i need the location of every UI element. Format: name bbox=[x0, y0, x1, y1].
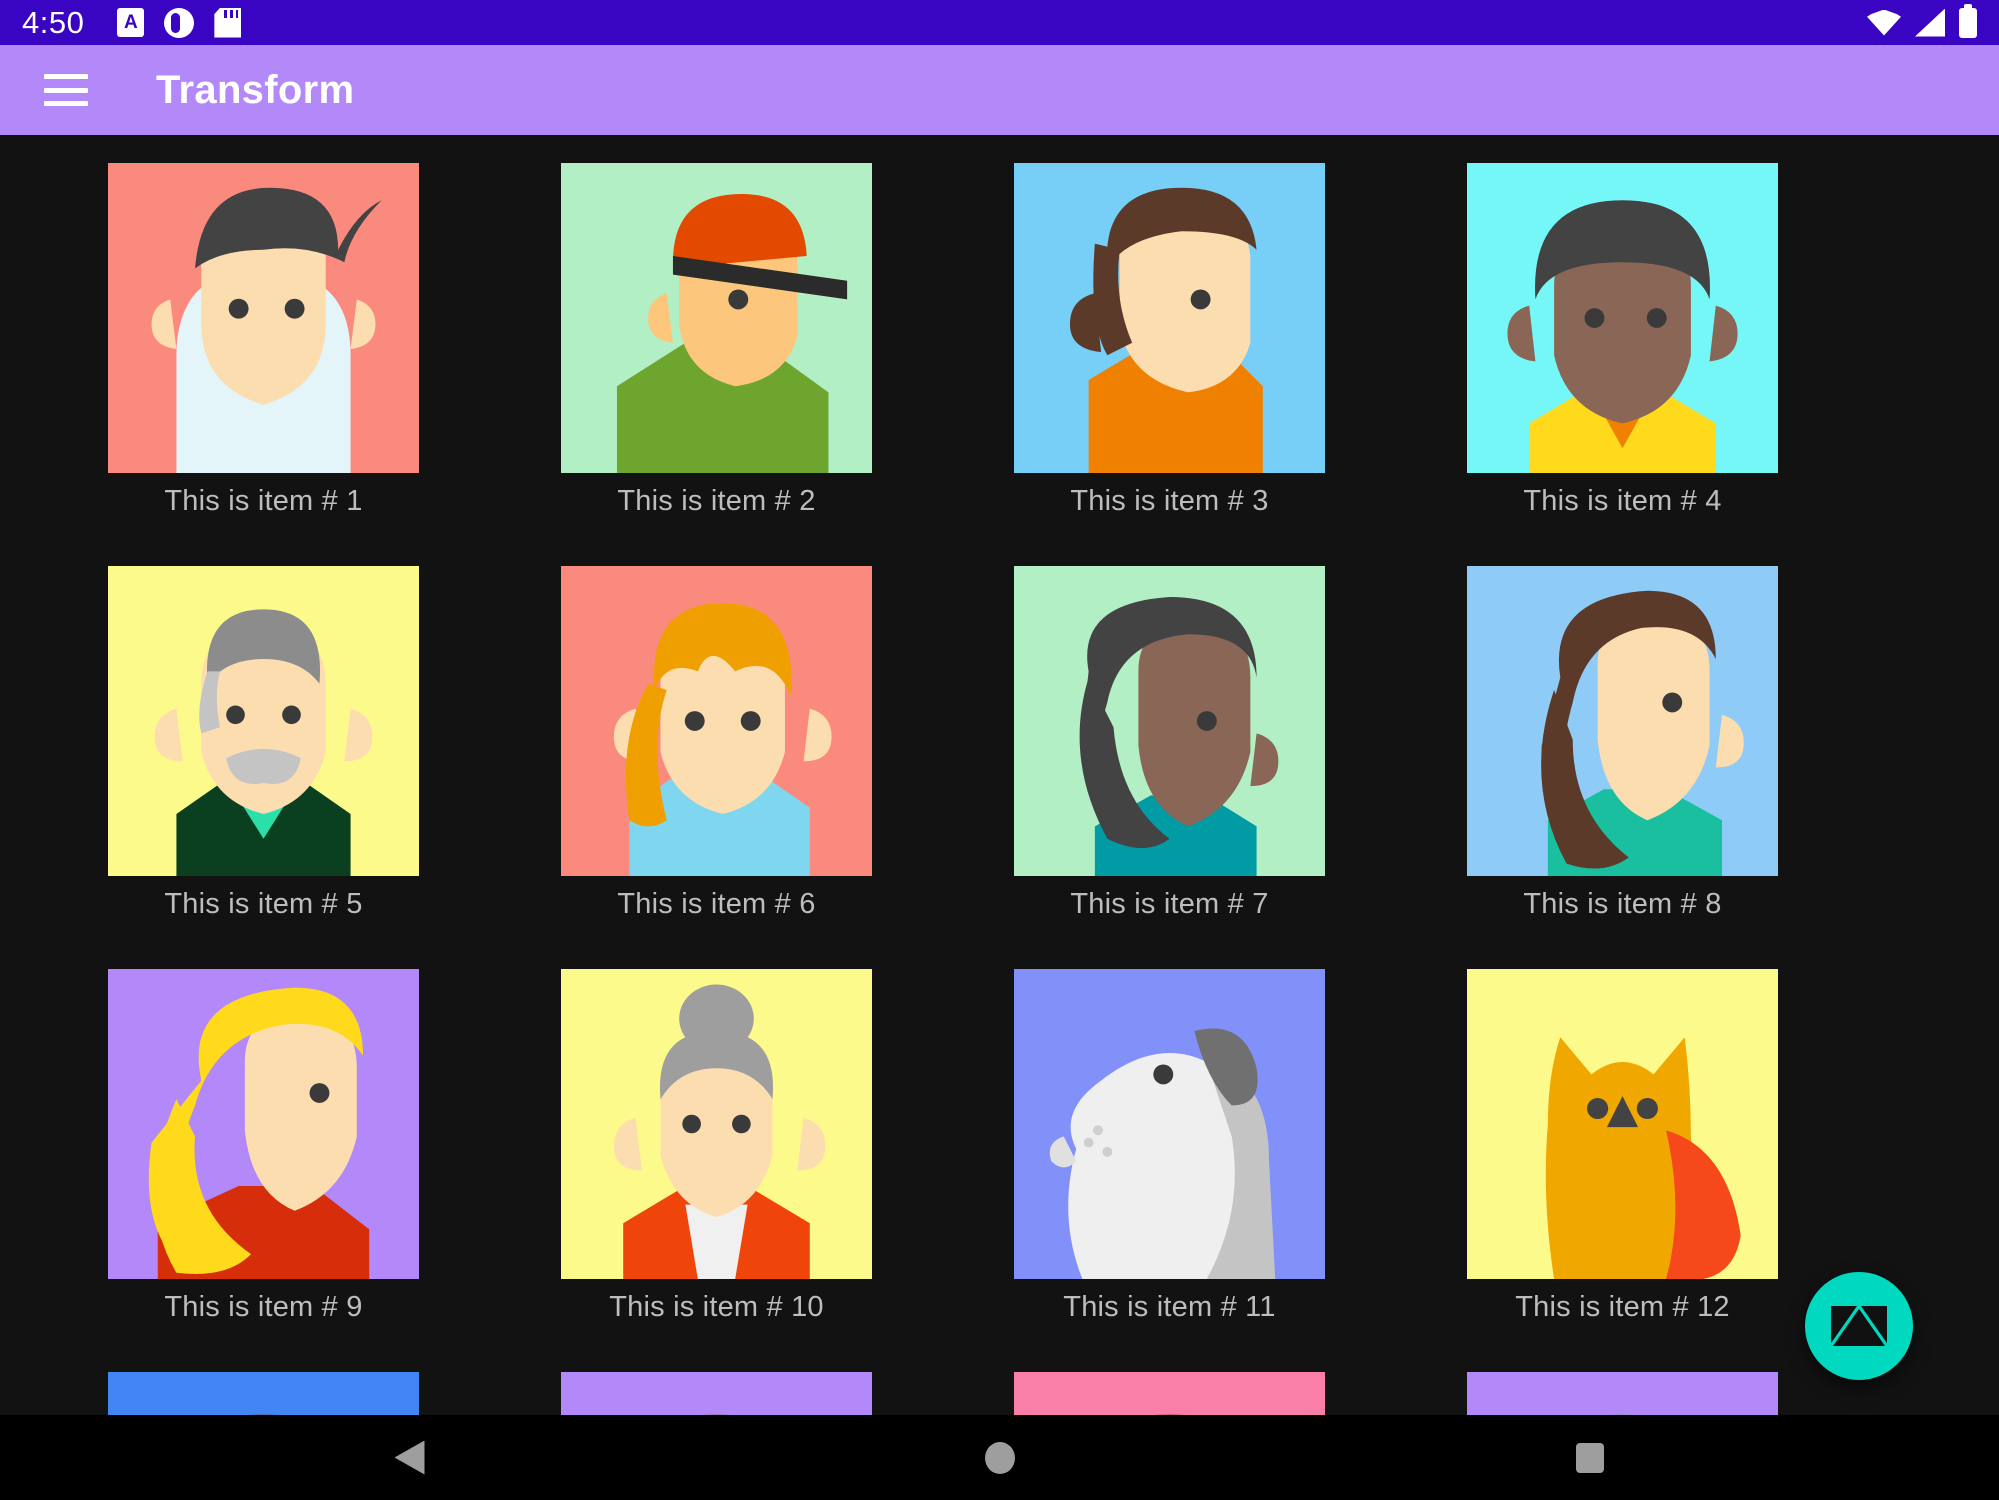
grid-item-caption: This is item # 1 bbox=[164, 485, 363, 517]
compose-email-fab[interactable] bbox=[1805, 1272, 1913, 1380]
grid-item-caption: This is item # 7 bbox=[1070, 888, 1269, 920]
avatar-thumbnail[interactable] bbox=[108, 1372, 419, 1415]
status-notification-icons: A bbox=[117, 7, 242, 38]
grid-item[interactable]: This is item # 1 bbox=[108, 163, 419, 566]
phone-screen: 4:50 A Transform This is item # 1 This i… bbox=[0, 0, 1999, 1500]
grid-item[interactable]: This is item # 11 bbox=[1014, 969, 1325, 1372]
nav-home-button[interactable] bbox=[870, 1415, 1130, 1500]
avatar-thumbnail[interactable] bbox=[1014, 1372, 1325, 1415]
avatar-thumbnail[interactable] bbox=[1014, 163, 1325, 473]
image-grid: This is item # 1 This is item # 2 This i… bbox=[0, 135, 1999, 1415]
app-bar: Transform bbox=[0, 45, 1999, 135]
email-envelope-icon bbox=[1831, 1306, 1887, 1346]
avatar-thumbnail[interactable] bbox=[1467, 1372, 1778, 1415]
grid-item[interactable]: This is item # 8 bbox=[1467, 566, 1778, 969]
grid-item[interactable] bbox=[1014, 1372, 1325, 1415]
avatar-thumbnail[interactable] bbox=[1467, 566, 1778, 876]
avatar-thumbnail[interactable] bbox=[108, 566, 419, 876]
grid-item-caption: This is item # 12 bbox=[1515, 1291, 1730, 1323]
page-title: Transform bbox=[156, 67, 355, 112]
grid-item[interactable]: This is item # 12 bbox=[1467, 969, 1778, 1372]
image-grid-scroll[interactable]: This is item # 1 This is item # 2 This i… bbox=[0, 135, 1999, 1415]
sd-card-icon bbox=[214, 7, 242, 38]
grid-item[interactable]: This is item # 9 bbox=[108, 969, 419, 1372]
avatar-thumbnail[interactable] bbox=[561, 163, 872, 473]
do-not-disturb-icon bbox=[164, 7, 195, 38]
home-circle-icon bbox=[984, 1441, 1015, 1474]
grid-item[interactable]: This is item # 7 bbox=[1014, 566, 1325, 969]
back-triangle-icon bbox=[394, 1440, 425, 1475]
grid-item-caption: This is item # 9 bbox=[164, 1291, 363, 1323]
avatar-thumbnail[interactable] bbox=[1467, 163, 1778, 473]
grid-item-caption: This is item # 2 bbox=[617, 485, 816, 517]
grid-item-caption: This is item # 11 bbox=[1063, 1291, 1276, 1323]
avatar-thumbnail[interactable] bbox=[561, 1372, 872, 1415]
grid-item-caption: This is item # 10 bbox=[609, 1291, 824, 1323]
grid-item[interactable]: This is item # 4 bbox=[1467, 163, 1778, 566]
grid-item-caption: This is item # 5 bbox=[164, 888, 363, 920]
grid-item[interactable]: This is item # 3 bbox=[1014, 163, 1325, 566]
recents-square-icon bbox=[1575, 1442, 1604, 1473]
grid-item[interactable]: This is item # 6 bbox=[561, 566, 872, 969]
cellular-signal-icon bbox=[1915, 8, 1945, 37]
grid-item[interactable] bbox=[561, 1372, 872, 1415]
avatar-thumbnail[interactable] bbox=[108, 163, 419, 473]
grid-item[interactable] bbox=[108, 1372, 419, 1415]
avatar-thumbnail[interactable] bbox=[561, 969, 872, 1279]
nav-back-button[interactable] bbox=[280, 1415, 540, 1500]
avatar-thumbnail[interactable] bbox=[1467, 969, 1778, 1279]
avatar-thumbnail[interactable] bbox=[1014, 566, 1325, 876]
wifi-icon bbox=[1867, 9, 1901, 36]
grid-item[interactable]: This is item # 10 bbox=[561, 969, 872, 1372]
grid-item-caption: This is item # 4 bbox=[1523, 485, 1722, 517]
status-bar: 4:50 A bbox=[0, 0, 1999, 45]
avatar-thumbnail[interactable] bbox=[1014, 969, 1325, 1279]
grid-item[interactable] bbox=[1467, 1372, 1778, 1415]
grid-item-caption: This is item # 8 bbox=[1523, 888, 1722, 920]
status-clock: 4:50 bbox=[22, 4, 85, 40]
grid-item[interactable]: This is item # 5 bbox=[108, 566, 419, 969]
avatar-thumbnail[interactable] bbox=[561, 566, 872, 876]
avatar-thumbnail[interactable] bbox=[108, 969, 419, 1279]
grid-item-caption: This is item # 3 bbox=[1070, 485, 1269, 517]
system-navigation-bar bbox=[0, 1415, 1999, 1500]
hamburger-menu-icon[interactable] bbox=[44, 74, 88, 106]
status-system-icons bbox=[1867, 3, 1977, 38]
battery-icon bbox=[1959, 3, 1977, 38]
nav-recents-button[interactable] bbox=[1460, 1415, 1720, 1500]
grid-item-caption: This is item # 6 bbox=[617, 888, 816, 920]
grid-item[interactable]: This is item # 2 bbox=[561, 163, 872, 566]
app-badge-icon: A bbox=[117, 8, 145, 37]
